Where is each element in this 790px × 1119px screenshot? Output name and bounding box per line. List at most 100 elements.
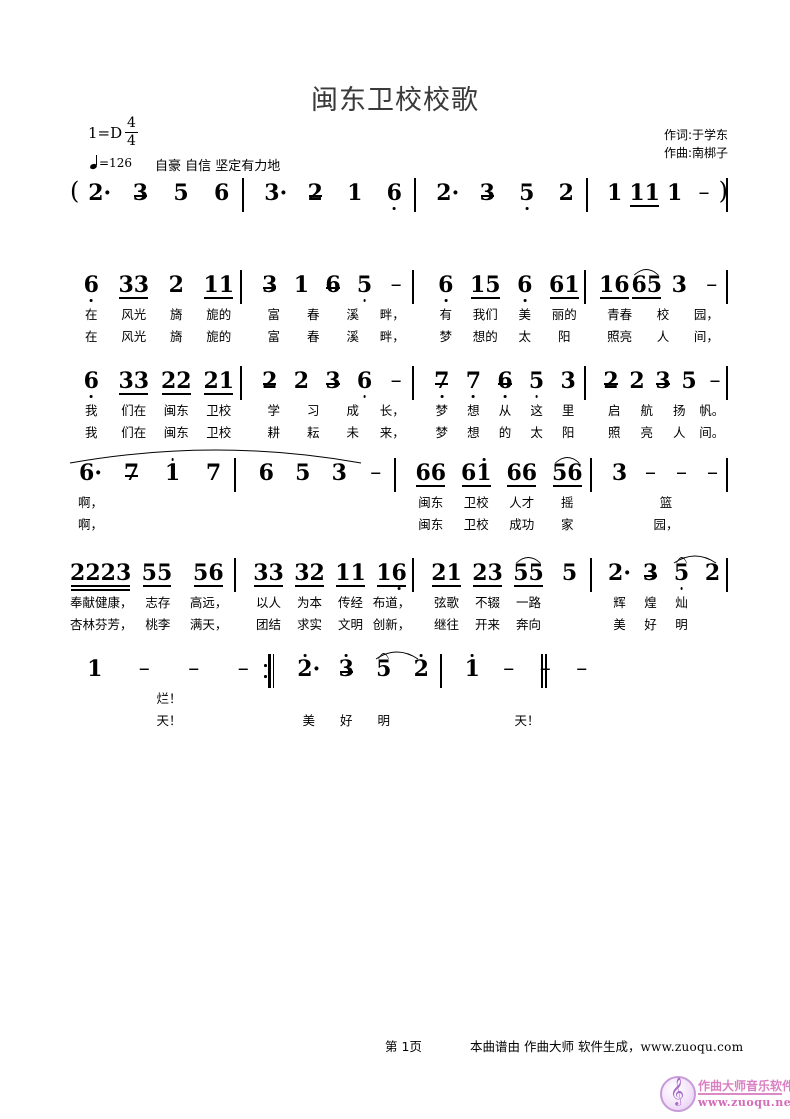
note-group: 16: [598, 268, 631, 306]
note-digit: 2: [704, 560, 721, 586]
lyric-line-2: 团结 求实 文明 创新，: [234, 618, 412, 632]
lyric-syllable: 风光: [121, 307, 147, 322]
note-digit: 1: [666, 180, 683, 206]
generator-note: 本曲谱由 作曲大师 软件生成，www.zuoqu.com: [470, 1036, 743, 1055]
note-digit: 6: [84, 274, 99, 302]
note-5: 5: [142, 556, 157, 584]
note-group: 2: [598, 364, 624, 402]
octave-up-dot: [171, 458, 174, 461]
lyric-syllable: 从: [498, 403, 512, 418]
measure: 1 6 6 5 3– 青春校园， 照亮人间，: [584, 268, 728, 360]
beam-line: [161, 393, 191, 395]
note-row: 6: [325, 268, 340, 306]
barline: [394, 458, 396, 492]
beam-line: [124, 475, 139, 477]
augmentation-dot: ·: [312, 656, 321, 682]
lyric-line-1: 富 春 溪 畔，: [240, 308, 412, 322]
note-digit: 1: [218, 368, 235, 394]
note-digit: 7: [466, 370, 481, 398]
note-digit: 6: [84, 370, 99, 398]
note-digit: 6: [460, 460, 477, 486]
lyric-syllable: 梦: [439, 329, 452, 344]
note-digit: 1: [218, 272, 235, 298]
note-group: 11: [629, 176, 660, 214]
note-2: 2: [436, 176, 451, 204]
final-barline: [541, 654, 548, 688]
octave-down-dot: [392, 207, 396, 210]
note-3: 3: [332, 456, 347, 484]
lyric-syllable: 们在: [121, 425, 147, 440]
note-digit: 3: [118, 272, 134, 298]
note-digit: 5: [193, 560, 209, 586]
note-3: 3: [118, 364, 133, 392]
generator-url: www.zuoqu.com: [640, 1040, 744, 1054]
quarter-note-icon: [90, 155, 99, 169]
note-row: 3: [612, 456, 627, 494]
note-digit: 1: [164, 458, 181, 486]
note-row: 2: [705, 556, 720, 594]
note-row: –: [188, 652, 199, 690]
note-digit: 6: [214, 180, 230, 206]
lyric-syllable: 未: [346, 425, 359, 440]
credits: 作词:于学东 作曲:南梆子: [664, 126, 728, 162]
barline: [412, 270, 414, 304]
note-digit: 7: [123, 460, 140, 486]
lyric-line-2: 我 们在 闽东 卫校: [62, 426, 240, 440]
lyric-line-2: 园，: [590, 518, 728, 532]
note-2: 2: [88, 176, 103, 204]
note-2: 2: [85, 556, 100, 584]
lyric-syllable: 阳: [557, 329, 571, 344]
note-6: 6: [387, 176, 402, 210]
lyric-syllable: 航: [640, 403, 653, 418]
note-group: 22: [155, 364, 198, 402]
note-2: 2: [262, 364, 277, 392]
note-5: 5: [193, 556, 208, 584]
note-3: 3: [325, 364, 340, 392]
lyric-syllable: 人: [656, 329, 670, 344]
lyric-line-2: 耕 耘 未 来，: [240, 426, 412, 440]
lyric-syllable: 畔，: [379, 329, 405, 344]
note-2: 2: [472, 556, 487, 584]
lyric-spacer: [111, 496, 152, 510]
note-digit: 3: [642, 560, 659, 586]
barline: [586, 178, 588, 212]
barline: [590, 458, 592, 492]
note-1: 1: [376, 556, 391, 584]
note-digit: 3: [115, 560, 132, 586]
note-group: 5: [285, 456, 322, 494]
note-row: 11: [629, 176, 660, 214]
note-digit: 2: [168, 272, 184, 298]
note-group: 6: [317, 268, 349, 306]
lyric-syllable: 高远，: [189, 595, 228, 610]
sustain-dash-group: –: [689, 176, 718, 214]
note-row: 2: [414, 652, 429, 690]
note-row: 6 ·: [79, 456, 102, 494]
note-digit: 6: [506, 460, 522, 486]
note-digit: 7: [205, 460, 222, 486]
lyric-line-1: 启 航 扬帆。: [584, 404, 728, 418]
lyric-line-1: 梦想从这里: [412, 404, 584, 418]
lyric-syllable: 梦: [435, 403, 449, 418]
note-group: 7: [458, 364, 490, 402]
augmentation-dot: ·: [451, 180, 460, 206]
note-digit: 5: [485, 272, 501, 298]
note-5: 5: [674, 556, 689, 590]
sustain-dash: –: [676, 460, 687, 485]
lyric-syllable: 青春: [607, 307, 633, 322]
note-group: 3: [468, 176, 508, 214]
note-2: 2: [559, 176, 574, 204]
note-row: 1: [607, 176, 622, 214]
note-digit: 1: [564, 272, 580, 298]
note-digit: 3: [560, 368, 576, 394]
beam-line: [480, 195, 494, 197]
sustain-dash-group: –: [380, 364, 412, 402]
note-row: 6: [517, 268, 532, 306]
note-digit: 5: [513, 560, 529, 586]
note-3: 3: [118, 268, 133, 296]
lyric-syllable: 继往: [433, 617, 459, 632]
note-row: 6: [259, 456, 274, 494]
note-digit: 1: [350, 560, 366, 586]
note-digit: 3: [133, 368, 150, 394]
lyric-syllable: 想: [467, 425, 480, 440]
note-row: 1: [347, 176, 362, 214]
